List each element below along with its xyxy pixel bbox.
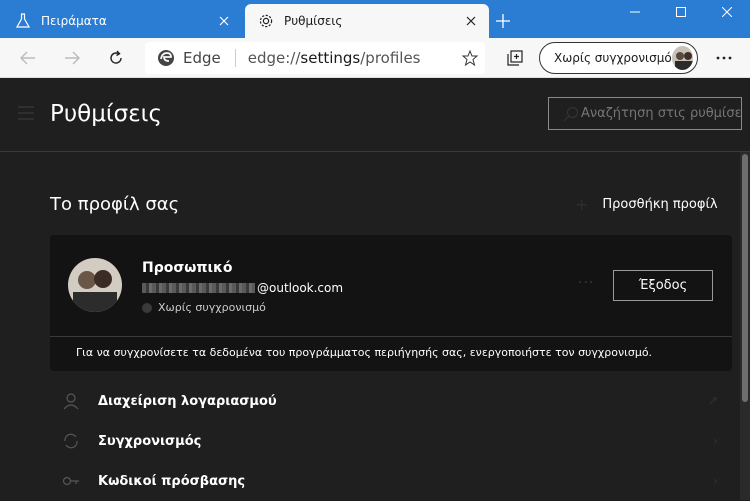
profile-email: @outlook.com (142, 281, 343, 295)
menu-item-label: Διαχείριση λογαριασμού (98, 393, 277, 409)
email-domain: @outlook.com (257, 281, 344, 295)
close-icon (466, 16, 476, 26)
profile-sync-label: Χωρίς συγχρονισμό (554, 51, 672, 65)
sync-note: Για να συγχρονίσετε τα δεδομένα του προγ… (76, 346, 653, 359)
sync-status-icon (142, 302, 152, 313)
tab-settings[interactable]: Ρυθμίσεις (245, 4, 489, 38)
back-button[interactable] (14, 44, 42, 72)
menu-item-label: Κωδικοί πρόσβασης (98, 473, 246, 489)
add-profile-button[interactable]: + Προσθήκη προφίλ (575, 195, 718, 214)
edge-logo-icon (158, 50, 174, 66)
menu-item-passwords[interactable]: Κωδικοί πρόσβασης › (50, 461, 732, 501)
section-title: Το προφίλ σας (50, 194, 180, 215)
tab-title: Πειράματα (41, 14, 107, 28)
refresh-icon (110, 50, 122, 64)
profile-menu-list: Διαχείριση λογαριασμού ↗ Συγχρονισμός › … (50, 381, 732, 501)
close-icon (722, 7, 732, 17)
avatar (671, 46, 693, 70)
collections-button[interactable] (501, 44, 529, 72)
window-close-button[interactable] (704, 0, 750, 24)
url-path: /profiles (360, 49, 421, 67)
close-icon (219, 16, 229, 26)
page-title: Ρυθμίσεις (50, 101, 162, 127)
divider (50, 336, 732, 337)
main-content: Το προφίλ σας + Προσθήκη προφίλ Προσωπικ… (0, 152, 740, 500)
forward-arrow-icon (65, 51, 80, 65)
tab-experiments[interactable]: Πειράματα (2, 4, 242, 38)
scrollbar[interactable] (740, 152, 750, 500)
favorite-button[interactable] (455, 50, 485, 66)
close-tab-button[interactable] (212, 9, 236, 33)
redacted-email (142, 283, 255, 293)
search-input[interactable] (581, 106, 741, 121)
menu-item-label: Συγχρονισμός (98, 433, 202, 449)
plus-icon (496, 14, 510, 28)
add-profile-label: Προσθήκη προφίλ (602, 197, 718, 212)
hamburger-menu-icon[interactable] (18, 106, 34, 120)
maximize-button[interactable] (658, 0, 704, 24)
search-icon (563, 106, 579, 121)
url-text[interactable]: edge://settings/profiles (248, 49, 455, 67)
account-icon (63, 393, 79, 410)
settings-search[interactable] (548, 97, 742, 130)
close-tab-button[interactable] (459, 9, 483, 33)
plus-icon: + (575, 195, 589, 214)
forward-button[interactable] (58, 44, 86, 72)
profile-button[interactable]: Χωρίς συγχρονισμό (539, 42, 698, 74)
profile-more-button[interactable]: ··· (578, 275, 594, 291)
profile-name: Προσωπικό (142, 260, 233, 276)
gear-icon (258, 13, 274, 29)
new-tab-button[interactable] (490, 8, 516, 34)
sign-out-button[interactable]: Έξοδος (613, 270, 713, 301)
menu-item-sync[interactable]: Συγχρονισμός › (50, 421, 732, 461)
menu-item-manage-account[interactable]: Διαχείριση λογαριασμού ↗ (50, 381, 732, 421)
more-dots-icon (716, 56, 732, 60)
chevron-right-icon: › (713, 434, 718, 448)
address-bar[interactable]: Edge edge://settings/profiles (145, 42, 485, 74)
tab-title: Ρυθμίσεις (284, 14, 343, 28)
settings-more-button[interactable] (710, 44, 738, 72)
avatar (68, 258, 122, 312)
back-arrow-icon (20, 51, 35, 65)
profile-sync-status: Χωρίς συγχρονισμό (142, 301, 266, 314)
key-icon (62, 476, 79, 486)
minimize-button[interactable] (612, 0, 658, 24)
title-bar: Πειράματα Ρυθμίσεις (0, 0, 750, 38)
chevron-right-icon: › (713, 474, 718, 488)
site-label: Edge (183, 49, 221, 67)
external-link-icon: ↗ (707, 394, 718, 408)
sync-status-label: Χωρίς συγχρονισμό (158, 301, 266, 314)
settings-header: Ρυθμίσεις (0, 78, 750, 152)
profile-card: Προσωπικό @outlook.com Χωρίς συγχρονισμό… (50, 235, 732, 371)
url-prefix: edge:// (247, 49, 301, 67)
flask-icon (15, 13, 31, 29)
maximize-icon (676, 7, 686, 17)
star-add-icon (462, 50, 478, 66)
address-toolbar: Edge edge://settings/profiles Χωρίς συγχ… (0, 38, 750, 78)
refresh-button[interactable] (102, 44, 130, 72)
minimize-icon (630, 11, 640, 13)
collections-icon (507, 50, 523, 66)
sync-icon (64, 433, 78, 449)
url-host: settings (300, 49, 361, 67)
scrollbar-thumb[interactable] (742, 154, 748, 402)
omnibox-separator (234, 49, 236, 67)
